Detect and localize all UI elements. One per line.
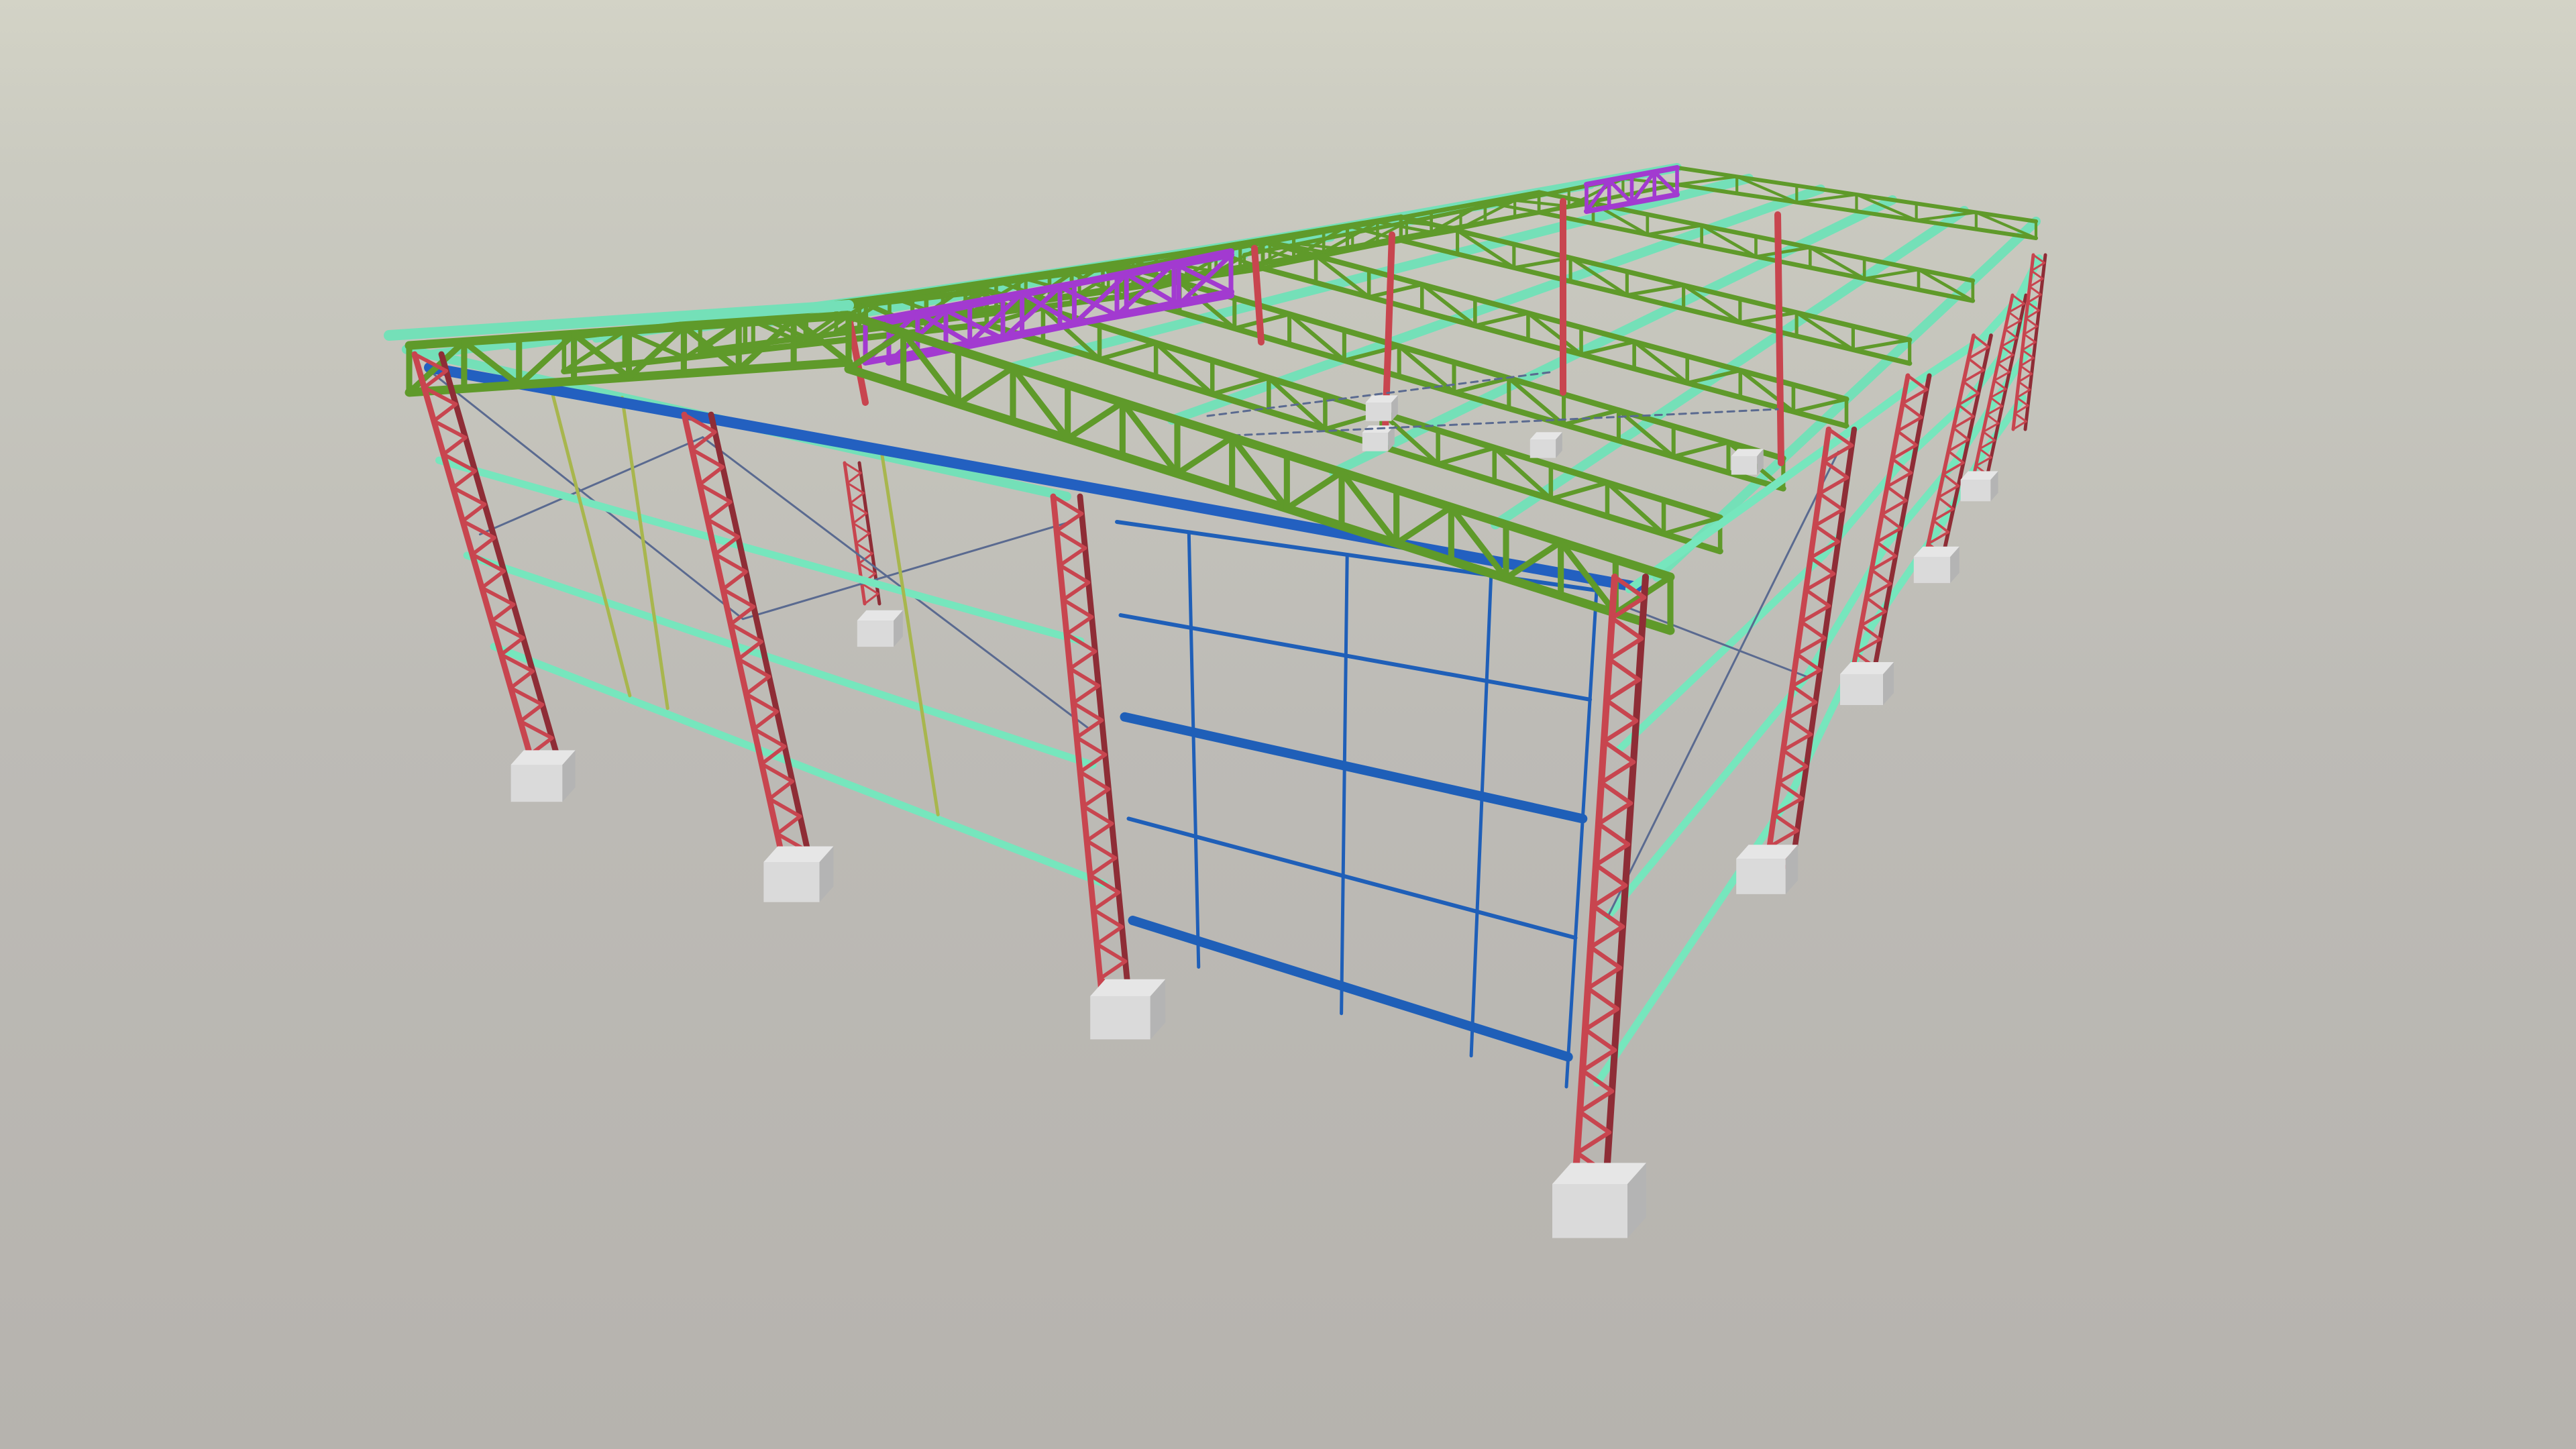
footing-front-face (763, 862, 820, 902)
concrete-footing (1529, 432, 1562, 458)
footing-front-face (1913, 557, 1951, 584)
footing-front-face (1736, 859, 1786, 894)
background (0, 0, 2576, 1449)
concrete-footing (1736, 845, 1799, 894)
concrete-footing (1365, 395, 1398, 421)
footing-front-face (1552, 1184, 1627, 1238)
footing-front-face (1090, 996, 1150, 1040)
concrete-footing (1552, 1163, 1646, 1238)
footing-front-face (1840, 674, 1883, 705)
concrete-footing (1731, 449, 1764, 475)
concrete-footing (763, 846, 834, 902)
concrete-footing (1913, 546, 1960, 584)
concrete-footing (857, 610, 903, 647)
footing-front-face (511, 765, 563, 802)
footing-front-face (1365, 402, 1392, 421)
concrete-footing (1960, 471, 1998, 502)
interior-column (1774, 211, 1784, 466)
footing-front-face (857, 621, 894, 647)
footing-front-face (1731, 456, 1758, 475)
concrete-footing (1840, 662, 1894, 705)
concrete-footing (1090, 979, 1166, 1040)
footing-front-face (1960, 480, 1991, 502)
3d-viewport[interactable] (0, 0, 2576, 1449)
footing-front-face (1529, 439, 1556, 458)
footing-front-face (1362, 433, 1389, 451)
structural-model-render (0, 0, 2576, 1449)
concrete-footing (511, 750, 576, 802)
